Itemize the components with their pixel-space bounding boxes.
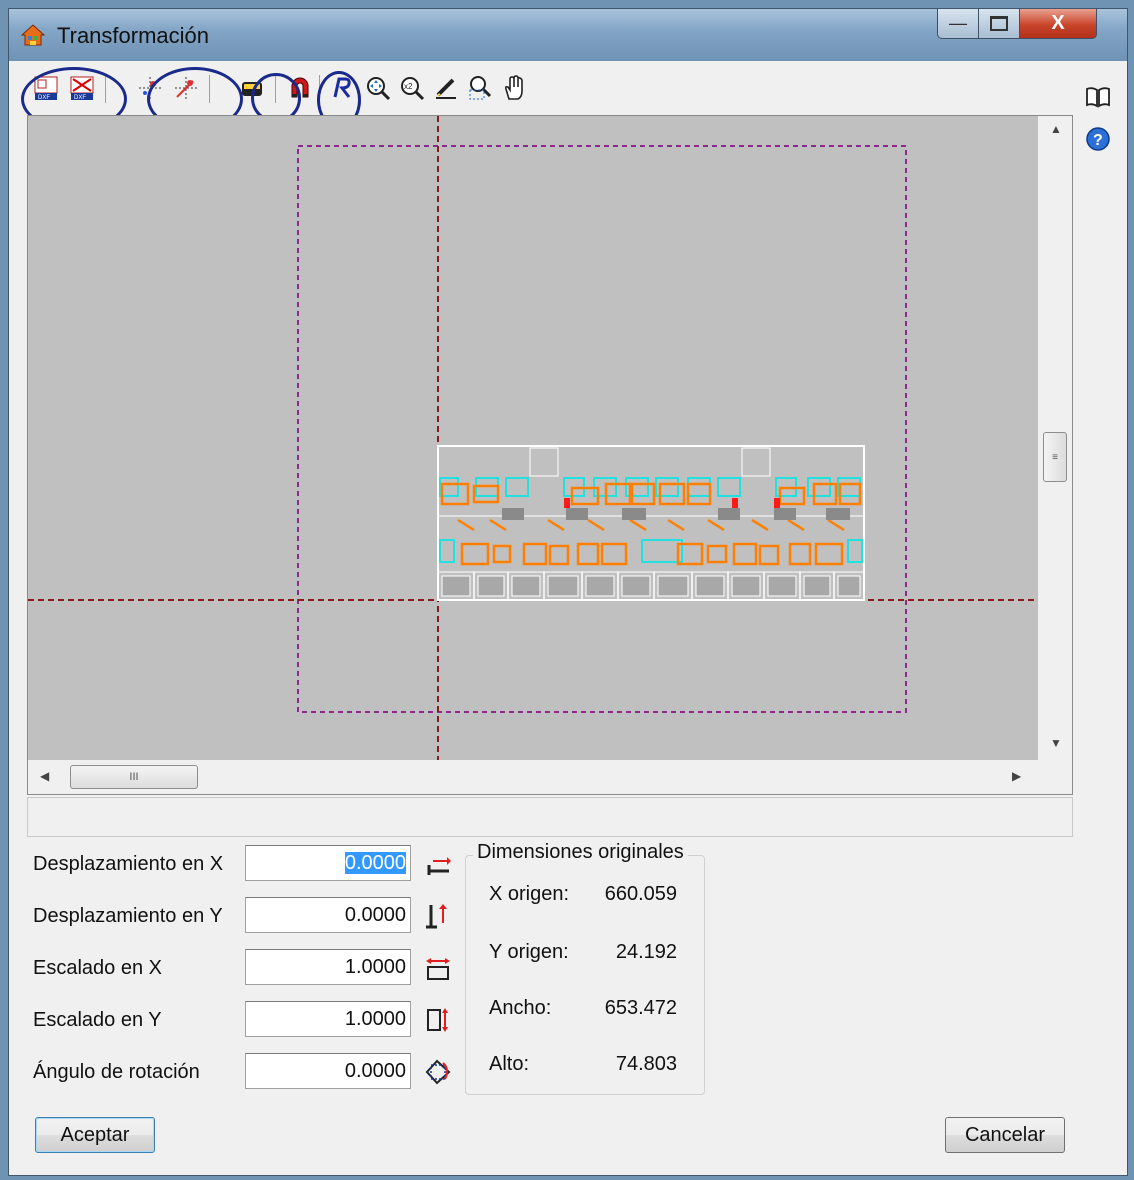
title-bar[interactable]: Transformación — X <box>9 9 1127 61</box>
height-value: 74.803 <box>615 1053 677 1075</box>
vertical-scrollbar[interactable]: ▲ ≡ ▼ <box>1038 116 1072 760</box>
x-origin-value: 660.059 <box>604 883 677 905</box>
status-bar <box>27 797 1073 837</box>
transformation-dialog: Transformación — X DXF DXF x2 ? ▲ ≡ ▼ ◀ … <box>8 8 1128 1176</box>
scroll-left-icon[interactable]: ◀ <box>40 769 49 783</box>
scale-y-value: 1.0000 <box>344 1008 406 1030</box>
minimize-icon: — <box>949 13 967 33</box>
svg-text:x2: x2 <box>404 82 413 91</box>
move-x-icon <box>427 857 451 875</box>
rotation-label: Ángulo de rotación <box>33 1061 200 1083</box>
scroll-up-icon[interactable]: ▲ <box>1050 122 1062 136</box>
original-dimensions-title: Dimensiones originales <box>473 841 688 864</box>
height-label: Alto: <box>489 1053 530 1075</box>
zoom-x2-icon: x2 <box>401 77 425 101</box>
svg-text:?: ? <box>1093 132 1103 149</box>
pan-hand-icon <box>504 75 523 100</box>
horizontal-scrollbar[interactable]: ◀ III ▶ <box>28 760 1038 794</box>
horizontal-scroll-thumb[interactable]: III <box>70 765 198 789</box>
scroll-right-icon[interactable]: ▶ <box>1012 769 1021 783</box>
pan-hand-button[interactable] <box>499 73 529 103</box>
zoom-extents-button[interactable] <box>363 73 393 103</box>
zoom-x2-button[interactable]: x2 <box>397 73 427 103</box>
cancel-button[interactable]: Cancelar <box>945 1117 1065 1153</box>
offset-y-input[interactable]: 0.0000 <box>245 897 411 933</box>
zoom-window-button[interactable] <box>465 73 495 103</box>
scale-x-label: Escalado en X <box>33 957 162 979</box>
rotation-input[interactable]: 0.0000 <box>245 1053 411 1089</box>
width-value: 653.472 <box>604 997 677 1019</box>
pencil-icon <box>436 78 456 99</box>
x-origin-label: X origen: <box>489 883 570 905</box>
close-button[interactable]: X <box>1019 9 1097 39</box>
plan-drawing <box>28 116 1038 760</box>
drawing-area[interactable]: ▲ ≡ ▼ ◀ III ▶ <box>27 115 1073 795</box>
zoom-extents-icon <box>367 77 391 101</box>
help-question-icon: ? <box>1086 127 1110 151</box>
drawing-frame <box>297 145 907 713</box>
scroll-down-icon[interactable]: ▼ <box>1050 736 1062 750</box>
offset-y-value: 0.0000 <box>344 904 406 926</box>
floor-plan <box>437 445 865 601</box>
width-label: Ancho: <box>489 997 552 1019</box>
offset-x-label: Desplazamiento en X <box>33 853 224 875</box>
scale-y-label: Escalado en Y <box>33 1009 162 1031</box>
drawing-canvas[interactable] <box>28 116 1038 760</box>
offset-x-value: 0.0000 <box>344 852 406 874</box>
y-origin-label: Y origen: <box>489 941 569 963</box>
help-book-button[interactable] <box>1084 83 1112 111</box>
rotate-icon <box>425 1059 451 1085</box>
window-title: Transformación <box>57 23 210 48</box>
zoom-window-icon <box>469 76 492 100</box>
scale-x-value: 1.0000 <box>344 956 406 978</box>
scale-x-icon <box>426 958 450 980</box>
scroll-thumb-grip: III <box>129 771 139 783</box>
scale-y-input[interactable]: 1.0000 <box>245 1001 411 1037</box>
maximize-button[interactable] <box>978 9 1020 39</box>
offset-y-label: Desplazamiento en Y <box>33 905 223 927</box>
close-icon: X <box>1051 12 1065 34</box>
rotation-value: 0.0000 <box>344 1060 406 1082</box>
maximize-icon <box>990 16 1008 31</box>
scale-x-input[interactable]: 1.0000 <box>245 949 411 985</box>
move-y-icon <box>426 904 447 929</box>
scale-y-icon <box>427 1008 448 1032</box>
help-question-button[interactable]: ? <box>1084 125 1112 153</box>
help-book-icon <box>1086 87 1110 108</box>
vertical-scroll-thumb[interactable]: ≡ <box>1043 432 1067 482</box>
pencil-button[interactable] <box>431 73 461 103</box>
offset-x-input[interactable]: 0.0000 <box>245 845 411 881</box>
app-house-icon <box>21 24 45 46</box>
accept-button[interactable]: Aceptar <box>35 1117 155 1153</box>
minimize-button[interactable]: — <box>937 9 979 39</box>
toolbar: DXF DXF x2 <box>17 65 1037 131</box>
y-origin-value: 24.192 <box>615 941 677 963</box>
